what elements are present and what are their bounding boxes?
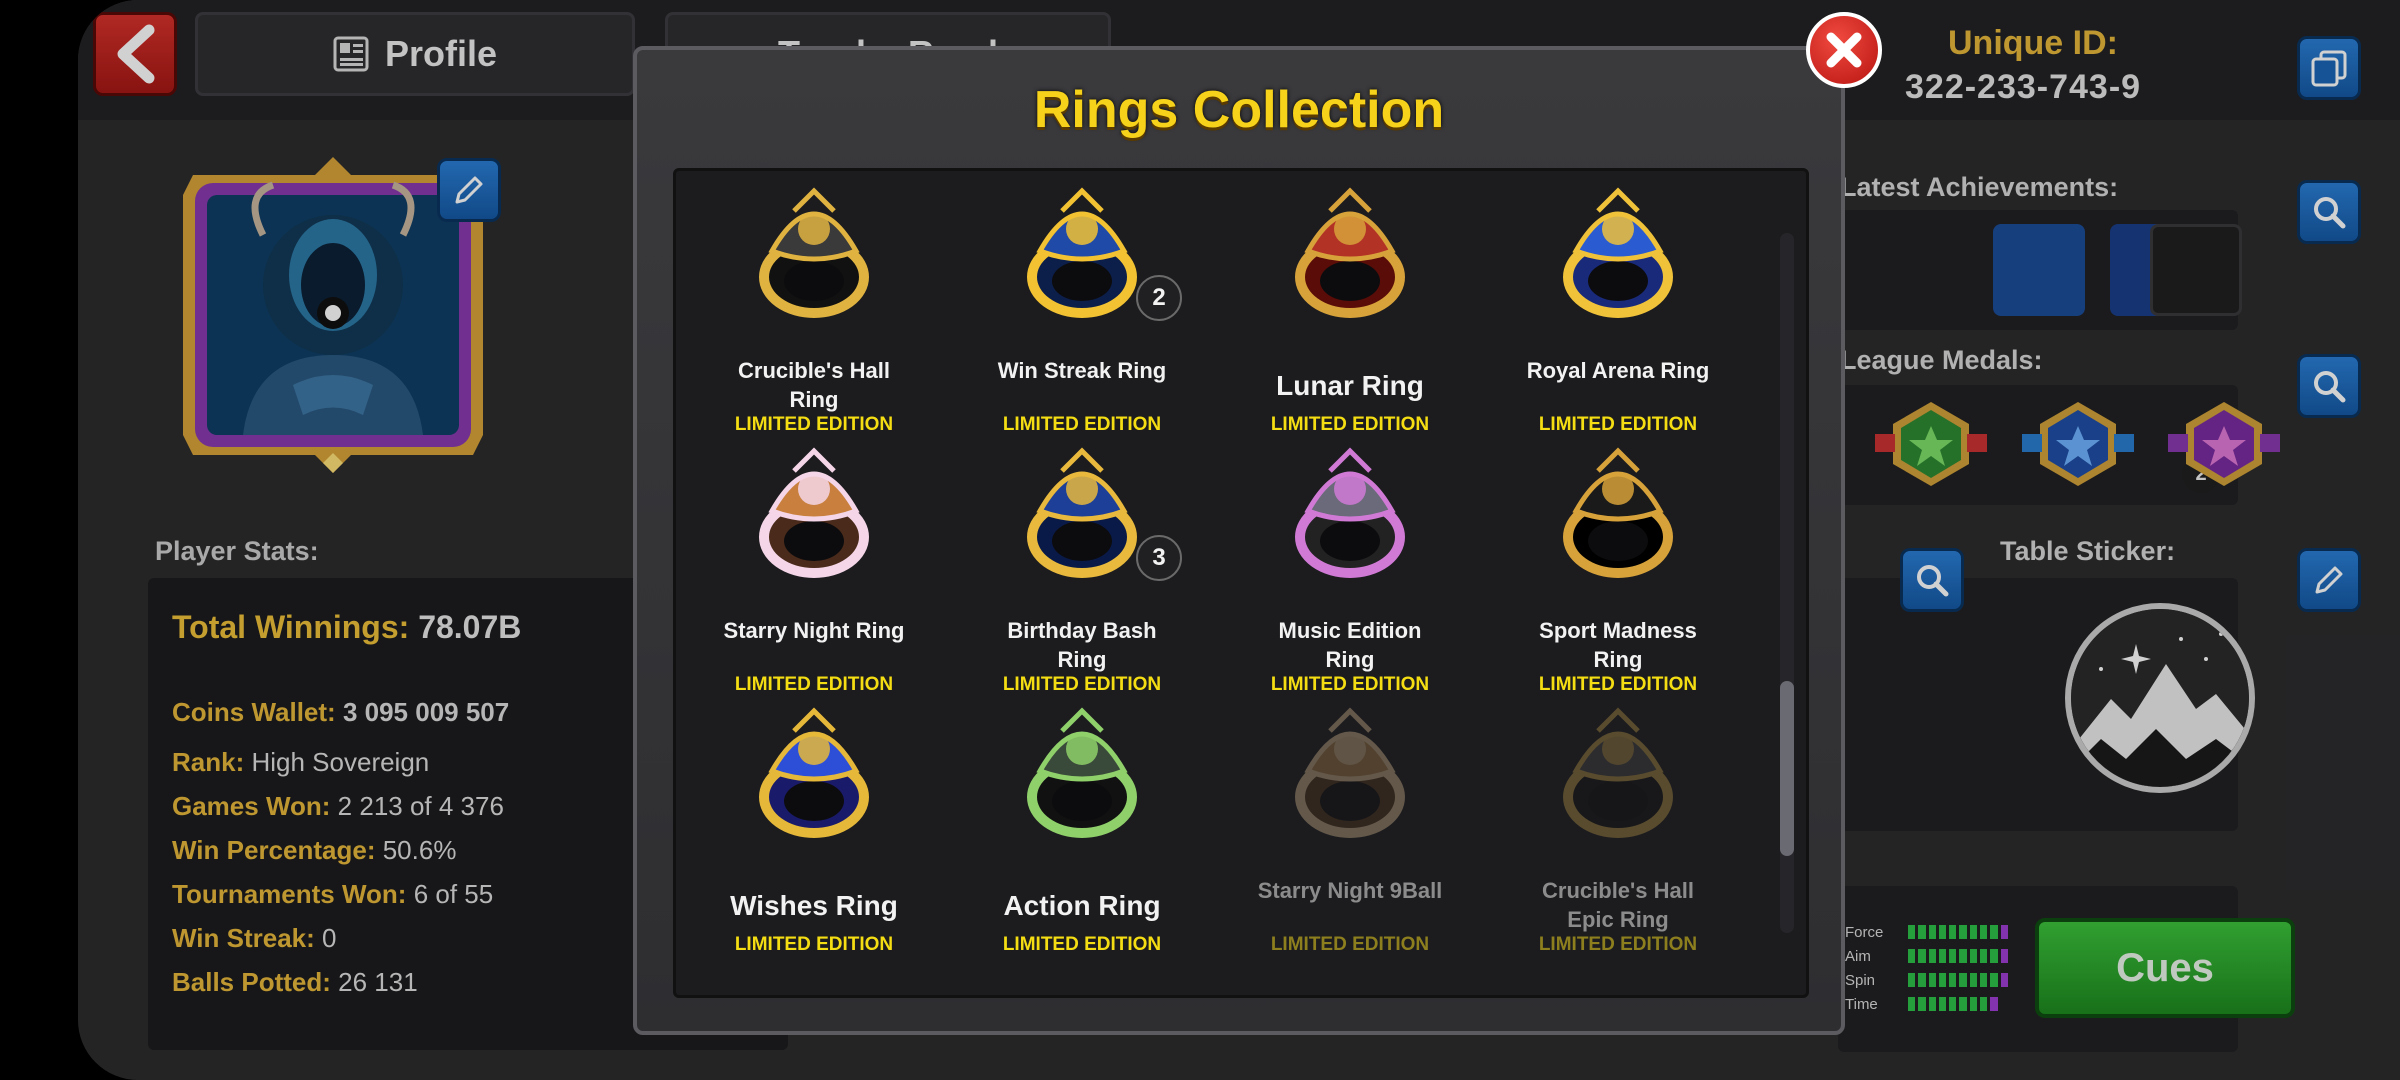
action-ring-icon [1012, 701, 1152, 841]
ring-edition: LIMITED EDITION [1002, 934, 1162, 955]
close-button[interactable] [1806, 12, 1882, 88]
ring-item[interactable]: Action Ring LIMITED EDITION [948, 701, 1216, 959]
ring-name: Action Ring [1003, 890, 1161, 921]
sport-madness-ring-icon [1548, 441, 1688, 581]
ring-edition: LIMITED EDITION [1538, 674, 1698, 695]
ring-item[interactable]: Music Edition Ring LIMITED EDITION [1216, 441, 1484, 699]
ring-item[interactable]: Win Streak Ring LIMITED EDITION 2 [948, 181, 1216, 439]
ring-edition: LIMITED EDITION [1002, 414, 1162, 435]
ring-name: Starry Night Ring [723, 618, 905, 643]
ring-count-badge: 2 [1136, 275, 1182, 321]
profile-screen: Profile Trophy Road Unique ID: 322-233-7… [78, 0, 2400, 1080]
ring-name: Crucible's Hall Ring [738, 358, 890, 412]
crucibles-hall-epic-ring-icon [1548, 701, 1688, 841]
ring-item[interactable]: Crucible's Hall Epic Ring LIMITED EDITION [1484, 701, 1752, 959]
ring-count-badge: 3 [1136, 535, 1182, 581]
ring-name: Win Streak Ring [997, 358, 1167, 383]
ring-item[interactable]: Starry Night Ring LIMITED EDITION [680, 441, 948, 699]
starry-night-9ball-ring-icon [1280, 701, 1420, 841]
ring-name: Sport Madness Ring [1539, 618, 1697, 672]
rings-grid: Crucible's Hall Ring LIMITED EDITION Win S… [673, 168, 1809, 998]
ring-name: Music Edition Ring [1278, 618, 1422, 672]
starry-night-ring-icon [744, 441, 884, 581]
ring-edition: LIMITED EDITION [1538, 414, 1698, 435]
ring-edition: LIMITED EDITION [734, 414, 894, 435]
ring-name: Starry Night 9Ball [1257, 878, 1443, 903]
crucibles-hall-ring-icon [744, 181, 884, 321]
ring-item[interactable]: Lunar Ring LIMITED EDITION [1216, 181, 1484, 439]
scrollbar-thumb[interactable] [1780, 681, 1794, 856]
modal-title: Rings Collection [1033, 81, 1445, 139]
ring-edition: LIMITED EDITION [734, 934, 894, 955]
ring-edition: LIMITED EDITION [1270, 414, 1430, 435]
ring-edition: LIMITED EDITION [1002, 674, 1162, 695]
ring-item[interactable]: Royal Arena Ring LIMITED EDITION [1484, 181, 1752, 439]
birthday-bash-ring-icon [1012, 441, 1152, 581]
close-icon [1826, 32, 1862, 68]
ring-item[interactable]: Wishes Ring LIMITED EDITION [680, 701, 948, 959]
ring-name: Wishes Ring [730, 890, 898, 921]
ring-item[interactable]: Sport Madness Ring LIMITED EDITION [1484, 441, 1752, 699]
ring-name: Royal Arena Ring [1526, 358, 1710, 383]
ring-edition: LIMITED EDITION [1270, 934, 1430, 955]
ring-edition: LIMITED EDITION [1538, 934, 1698, 955]
ring-name: Crucible's Hall Epic Ring [1542, 878, 1694, 932]
ring-edition: LIMITED EDITION [1270, 674, 1430, 695]
music-edition-ring-icon [1280, 441, 1420, 581]
ring-name: Birthday Bash Ring [1007, 618, 1157, 672]
ring-item[interactable]: Starry Night 9Ball LIMITED EDITION [1216, 701, 1484, 959]
lunar-ring-icon [1280, 181, 1420, 321]
ring-edition: LIMITED EDITION [734, 674, 894, 695]
ring-item[interactable]: Birthday Bash Ring LIMITED EDITION 3 [948, 441, 1216, 699]
ring-item[interactable]: Crucible's Hall Ring LIMITED EDITION [680, 181, 948, 439]
win-streak-ring-icon [1012, 181, 1152, 321]
royal-arena-ring-icon [1548, 181, 1688, 321]
rings-collection-modal: Rings Collection Crucible's Hall Ring LIM… [633, 46, 1845, 1035]
wishes-ring-icon [744, 701, 884, 841]
ring-name: Lunar Ring [1276, 370, 1424, 401]
